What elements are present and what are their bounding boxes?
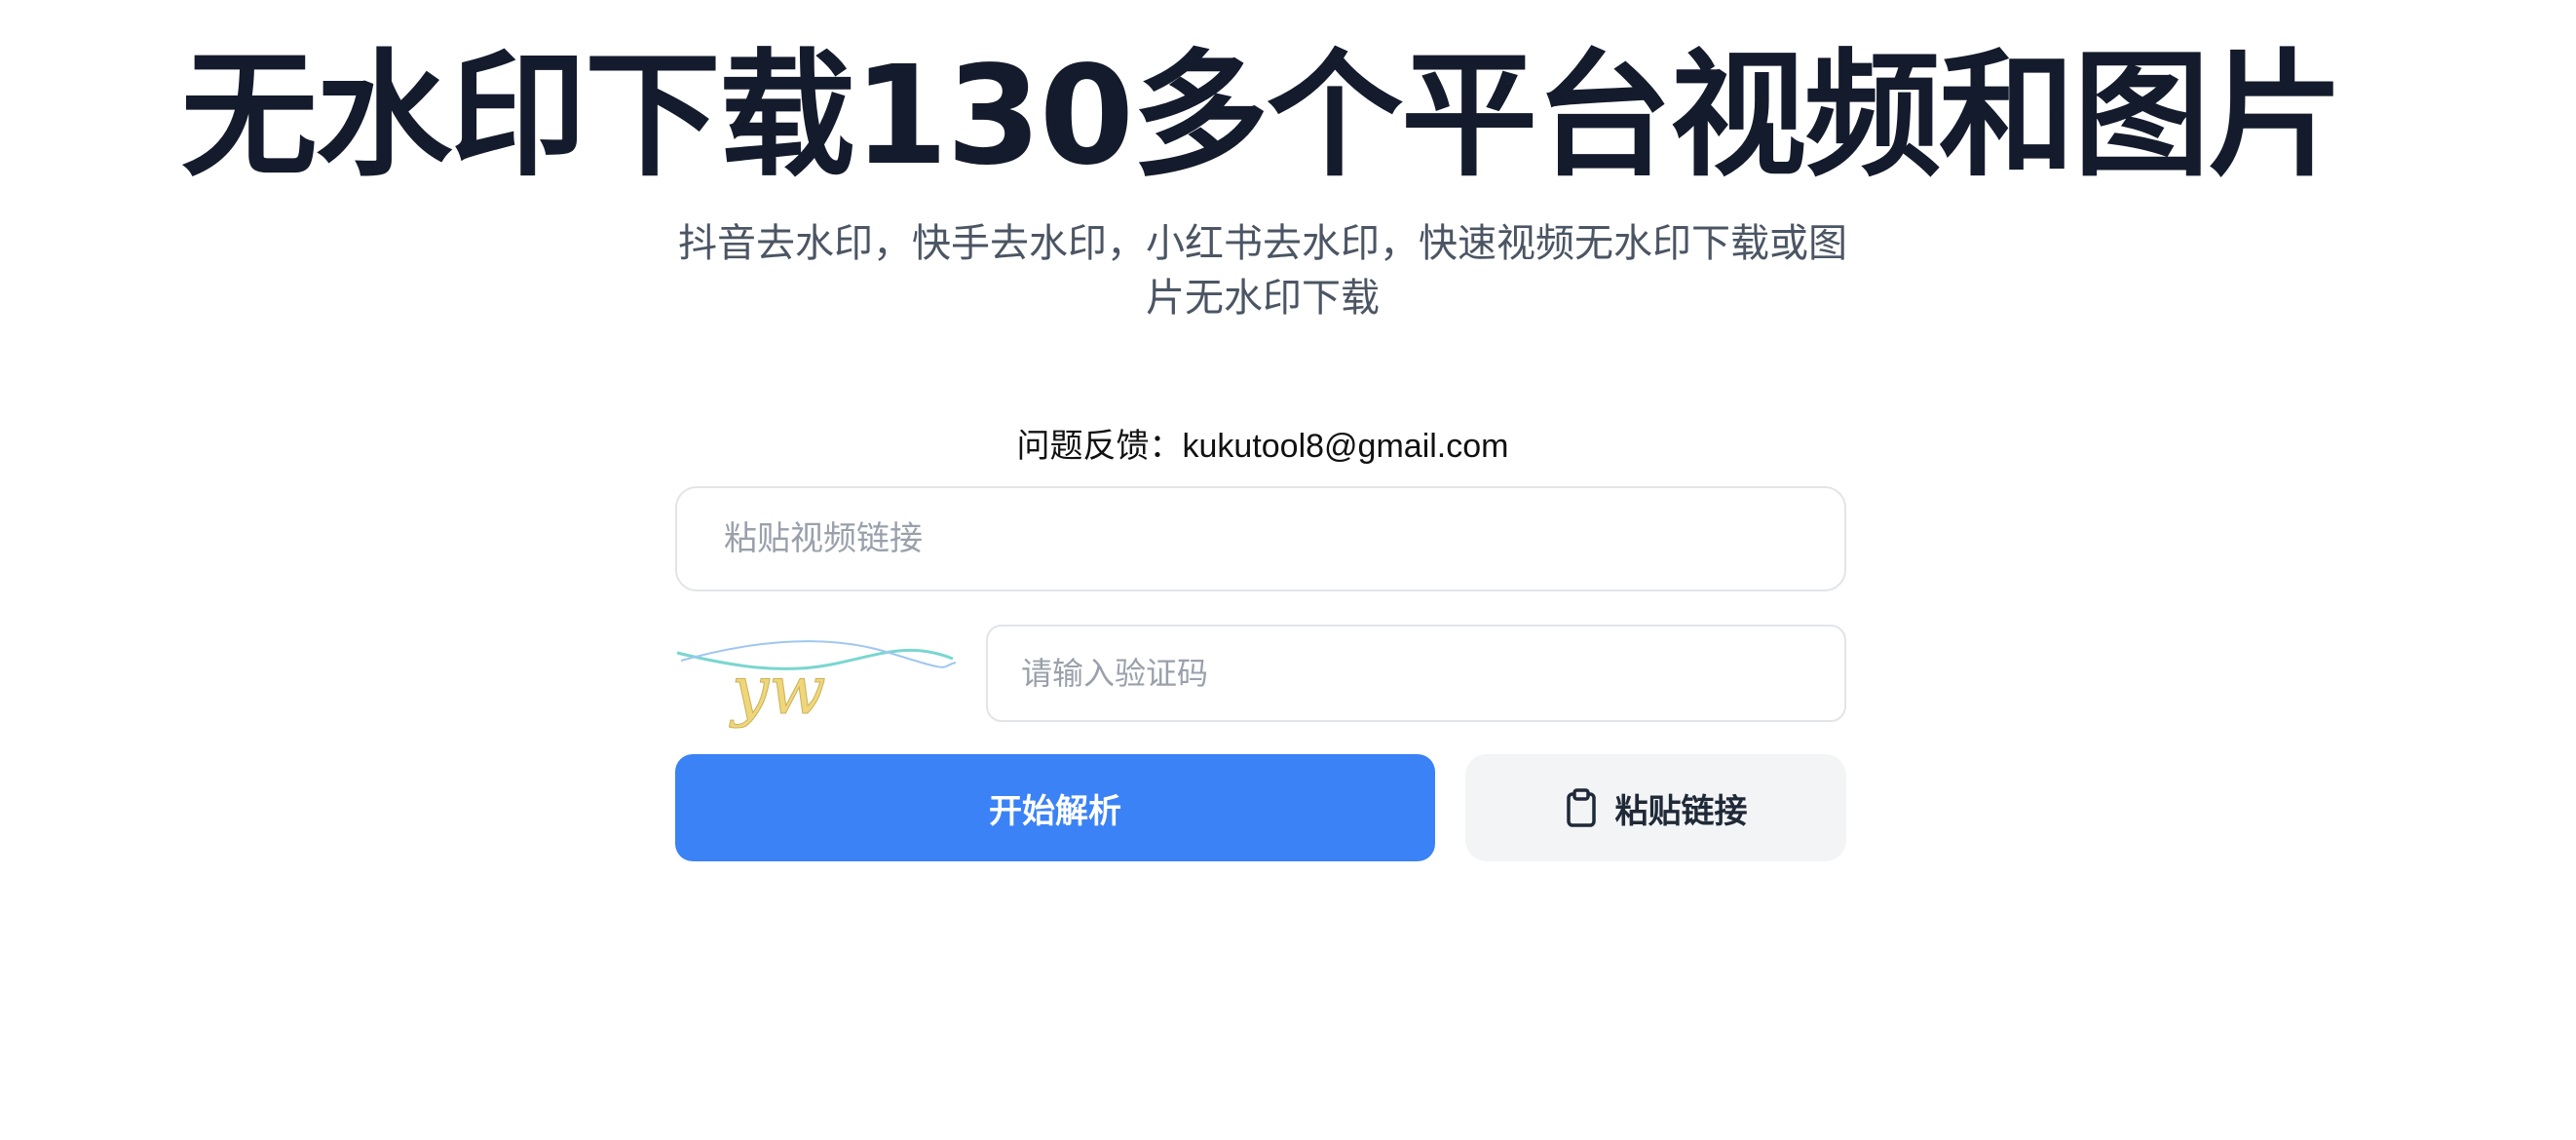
paste-link-button[interactable]: 粘贴链接 (1465, 754, 1846, 861)
captcha-graphic: yw (676, 640, 957, 731)
start-parse-label: 开始解析 (989, 791, 1121, 831)
video-link-input[interactable] (675, 486, 1846, 591)
captcha-text: yw (729, 653, 826, 730)
page-subtitle: 抖音去水印，快手去水印，小红书去水印，快速视频无水印下载或图片无水印下载 (678, 221, 1847, 321)
feedback-line: 问题反馈：kukutool8@gmail.com (672, 423, 1853, 470)
page: 无水印下载130多个平台视频和图片 抖音去水印，快手去水印，小红书去水印，快速视… (0, 0, 2576, 1140)
page-title: 无水印下载130多个平台视频和图片 (180, 37, 2344, 196)
feedback-label: 问题反馈： (1016, 427, 1183, 466)
captcha-input[interactable] (986, 625, 1846, 722)
start-parse-button[interactable]: 开始解析 (675, 754, 1435, 861)
clipboard-icon (1565, 788, 1598, 827)
paste-link-label: 粘贴链接 (1614, 791, 1748, 831)
captcha-image[interactable]: yw (675, 633, 958, 731)
feedback-email[interactable]: kukutool8@gmail.com (1183, 428, 1509, 465)
